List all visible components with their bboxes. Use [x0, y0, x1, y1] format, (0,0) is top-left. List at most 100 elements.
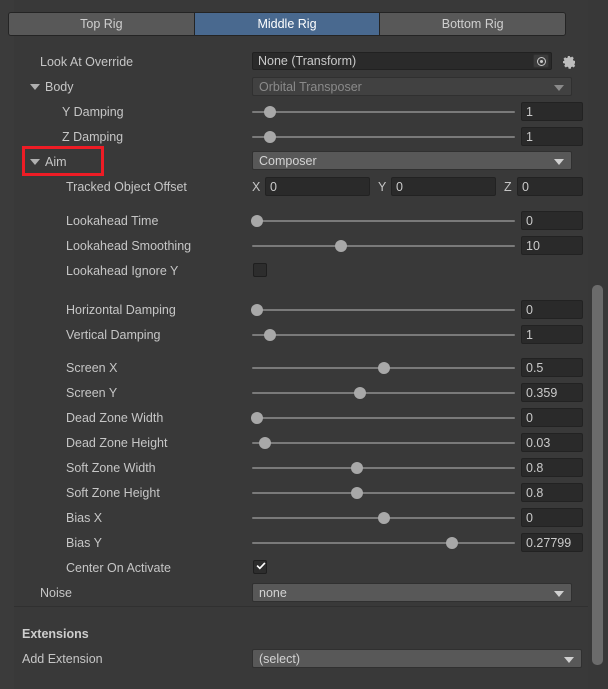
- lookahead-time-label: Lookahead Time: [66, 213, 159, 228]
- row-bias-x: Bias X 0: [0, 505, 583, 530]
- body-component-dropdown[interactable]: Orbital Transposer: [252, 77, 572, 96]
- body-component-value: Orbital Transposer: [259, 79, 362, 94]
- bias-x-slider[interactable]: [252, 509, 515, 527]
- slider-knob[interactable]: [251, 412, 264, 424]
- dead-zone-height-field[interactable]: 0.03: [521, 433, 583, 452]
- look-at-override-object-field[interactable]: None (Transform): [252, 52, 552, 70]
- add-extension-label: Add Extension: [22, 651, 103, 666]
- bias-y-field[interactable]: 0.27799: [521, 533, 583, 552]
- vertical-damping-field[interactable]: 1: [521, 325, 583, 344]
- tab-middle-rig[interactable]: Middle Rig: [194, 13, 381, 35]
- axis-label-z: Z: [504, 180, 512, 194]
- row-center-on-activate: Center On Activate: [0, 555, 574, 580]
- lookahead-ignore-y-label: Lookahead Ignore Y: [66, 263, 179, 278]
- tab-bottom-rig[interactable]: Bottom Rig: [380, 13, 565, 35]
- bias-y-slider[interactable]: [252, 534, 515, 552]
- gear-icon[interactable]: [561, 54, 577, 70]
- row-lookahead-ignore-y: Lookahead Ignore Y: [0, 258, 574, 283]
- dead-zone-width-field[interactable]: 0: [521, 408, 583, 427]
- soft-zone-height-field[interactable]: 0.8: [521, 483, 583, 502]
- tracked-object-offset-z-field[interactable]: 0: [517, 177, 583, 196]
- section-divider: [14, 606, 588, 607]
- screen-x-field[interactable]: 0.5: [521, 358, 583, 377]
- lookahead-time-slider[interactable]: [251, 212, 515, 230]
- tracked-object-offset-y-field[interactable]: 0: [391, 177, 496, 196]
- row-look-at-override: Look At Override None (Transform): [0, 49, 577, 74]
- horizontal-damping-slider[interactable]: [251, 301, 515, 319]
- slider-knob[interactable]: [351, 462, 364, 474]
- body-foldout[interactable]: Body: [30, 80, 74, 94]
- dead-zone-width-slider[interactable]: [251, 409, 515, 427]
- tab-top-rig[interactable]: Top Rig: [9, 13, 195, 35]
- y-damping-field[interactable]: 1: [521, 102, 583, 121]
- horizontal-damping-label: Horizontal Damping: [66, 302, 176, 317]
- aim-label: Aim: [45, 154, 67, 169]
- noise-value: none: [259, 585, 287, 600]
- row-lookahead-time: Lookahead Time 0: [0, 208, 583, 233]
- add-extension-dropdown[interactable]: (select): [252, 649, 582, 668]
- slider-knob[interactable]: [353, 387, 366, 399]
- look-at-override-value: None (Transform): [258, 54, 357, 68]
- chevron-down-icon: [554, 590, 564, 597]
- aim-component-value: Composer: [259, 153, 317, 168]
- slider-knob[interactable]: [335, 240, 348, 252]
- extensions-header: Extensions: [22, 626, 89, 641]
- body-label: Body: [45, 79, 74, 94]
- lookahead-smoothing-field[interactable]: 10: [521, 236, 583, 255]
- slider-knob[interactable]: [351, 487, 364, 499]
- screen-y-slider[interactable]: [252, 384, 515, 402]
- bias-y-label: Bias Y: [66, 535, 102, 550]
- object-picker-icon[interactable]: [533, 54, 549, 68]
- vertical-damping-slider[interactable]: [252, 326, 515, 344]
- noise-dropdown[interactable]: none: [252, 583, 572, 602]
- y-damping-slider[interactable]: [252, 103, 515, 121]
- row-add-extension: Add Extension (select): [0, 646, 582, 671]
- tracked-object-offset-x-field[interactable]: 0: [265, 177, 370, 196]
- lookahead-time-field[interactable]: 0: [521, 211, 583, 230]
- bias-x-label: Bias X: [66, 510, 103, 525]
- center-on-activate-checkbox[interactable]: [253, 560, 267, 574]
- slider-knob[interactable]: [264, 131, 277, 143]
- slider-knob[interactable]: [259, 437, 272, 449]
- slider-knob[interactable]: [251, 304, 264, 316]
- slider-knob[interactable]: [377, 512, 390, 524]
- center-on-activate-label: Center On Activate: [66, 560, 171, 575]
- chevron-down-icon: [30, 159, 40, 166]
- row-horizontal-damping: Horizontal Damping 0: [0, 297, 583, 322]
- row-aim: Aim Composer: [0, 149, 574, 174]
- screen-x-slider[interactable]: [252, 359, 515, 377]
- row-extensions-header: Extensions: [0, 621, 574, 646]
- soft-zone-width-slider[interactable]: [252, 459, 515, 477]
- aim-component-dropdown[interactable]: Composer: [252, 151, 572, 170]
- slider-knob[interactable]: [445, 537, 458, 549]
- check-icon: [256, 562, 266, 570]
- row-y-damping: Y Damping 1: [0, 99, 583, 124]
- aim-foldout[interactable]: Aim: [30, 155, 67, 169]
- lookahead-ignore-y-checkbox[interactable]: [253, 263, 267, 277]
- slider-knob[interactable]: [251, 215, 264, 227]
- z-damping-slider[interactable]: [252, 128, 515, 146]
- vertical-scrollbar-thumb[interactable]: [592, 285, 603, 665]
- slider-knob[interactable]: [377, 362, 390, 374]
- screen-y-label: Screen Y: [66, 385, 118, 400]
- soft-zone-width-field[interactable]: 0.8: [521, 458, 583, 477]
- dead-zone-width-label: Dead Zone Width: [66, 410, 164, 425]
- y-damping-label: Y Damping: [62, 104, 124, 119]
- row-soft-zone-height: Soft Zone Height 0.8: [0, 480, 583, 505]
- axis-label-x: X: [252, 180, 261, 194]
- row-dead-zone-width: Dead Zone Width 0: [0, 405, 583, 430]
- row-dead-zone-height: Dead Zone Height 0.03: [0, 430, 583, 455]
- lookahead-smoothing-slider[interactable]: [252, 237, 515, 255]
- slider-knob[interactable]: [264, 106, 277, 118]
- z-damping-field[interactable]: 1: [521, 127, 583, 146]
- horizontal-damping-field[interactable]: 0: [521, 300, 583, 319]
- vertical-scrollbar-track[interactable]: [592, 0, 606, 689]
- screen-y-field[interactable]: 0.359: [521, 383, 583, 402]
- dead-zone-height-slider[interactable]: [252, 434, 515, 452]
- inspector-panel: Top Rig Middle Rig Bottom Rig Look At Ov…: [0, 0, 608, 689]
- dead-zone-height-label: Dead Zone Height: [66, 435, 168, 450]
- axis-label-y: Y: [378, 180, 387, 194]
- soft-zone-height-slider[interactable]: [252, 484, 515, 502]
- bias-x-field[interactable]: 0: [521, 508, 583, 527]
- slider-knob[interactable]: [264, 329, 277, 341]
